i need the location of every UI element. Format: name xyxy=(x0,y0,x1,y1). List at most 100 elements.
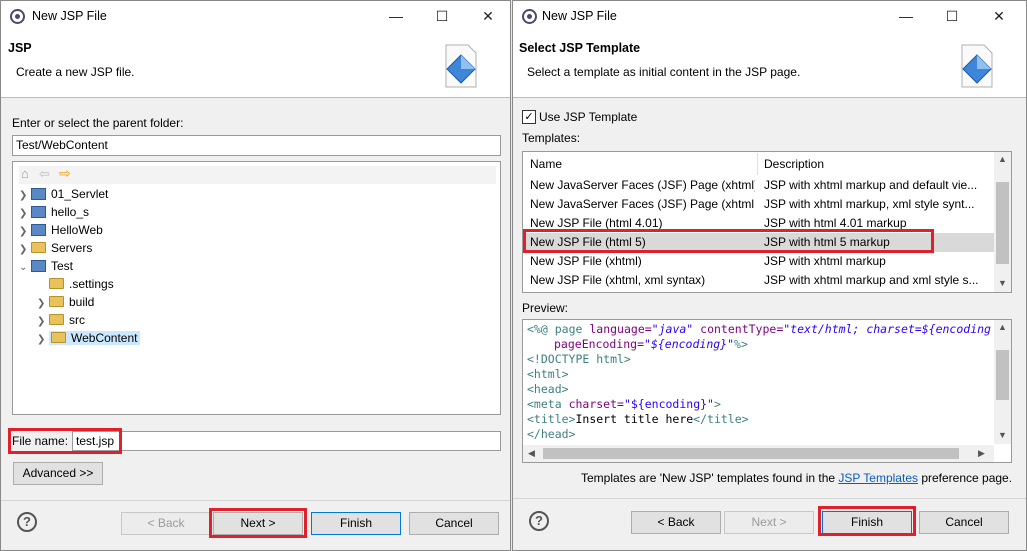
use-template-label: Use JSP Template xyxy=(539,110,638,124)
finish-button[interactable]: Finish xyxy=(822,511,912,534)
folder-icon xyxy=(49,314,64,325)
help-icon[interactable]: ? xyxy=(17,512,37,532)
new-jsp-file-template-dialog: New JSP File — ☐ ✕ Select JSP Template S… xyxy=(512,0,1027,551)
preview-pane[interactable]: <%@ page language="java" contentType="te… xyxy=(522,319,1012,463)
maximize-button[interactable]: ☐ xyxy=(939,5,965,27)
table-row[interactable]: New JavaServer Faces (JSF) Page (xhtml..… xyxy=(523,195,994,214)
preview-line: pageEncoding="${encoding}"%> xyxy=(554,337,748,351)
tree-item-hello-s[interactable]: ❯ hello_s xyxy=(19,203,89,221)
wizard-header: Select JSP Template Select a template as… xyxy=(513,32,1026,98)
tree-item-test[interactable]: ⌄ Test xyxy=(19,257,73,275)
minimize-button[interactable]: — xyxy=(383,5,409,27)
column-header-description[interactable]: Description xyxy=(764,153,992,175)
chevron-down-icon[interactable]: ▼ xyxy=(998,430,1007,440)
chevron-up-icon[interactable]: ▲ xyxy=(998,322,1007,332)
eclipse-icon xyxy=(522,9,537,24)
jsp-wizard-banner-icon xyxy=(445,44,477,88)
table-row[interactable]: New JSP File (html 4.01) JSP with html 4.… xyxy=(523,214,994,233)
chevron-down-icon[interactable]: ▼ xyxy=(998,278,1007,288)
wizard-header: JSP Create a new JSP file. xyxy=(1,32,510,98)
title-bar: New JSP File — ☐ ✕ xyxy=(513,1,1026,32)
use-template-checkbox[interactable]: ✓ xyxy=(522,110,536,124)
tree-toolbar: ⌂ ⇦ ⇨ xyxy=(19,165,496,184)
window-title: New JSP File xyxy=(32,9,107,23)
parent-folder-input[interactable]: Test/WebContent xyxy=(12,135,501,156)
finish-button[interactable]: Finish xyxy=(311,512,401,535)
table-header: Name Description xyxy=(523,153,994,175)
chevron-down-icon[interactable]: ⌄ xyxy=(19,259,31,277)
preview-horizontal-scrollbar[interactable]: ◀ ▶ xyxy=(523,445,994,462)
tree-item-helloweb[interactable]: ❯ HelloWeb xyxy=(19,221,103,239)
divider xyxy=(1,500,510,501)
preview-vertical-scrollbar[interactable]: ▲ ▼ xyxy=(994,320,1011,444)
advanced-button[interactable]: Advanced >> xyxy=(13,462,103,485)
file-name-label: File name: xyxy=(12,434,69,448)
chevron-right-icon[interactable]: ❯ xyxy=(37,331,49,349)
close-button[interactable]: ✕ xyxy=(475,5,501,27)
folder-icon xyxy=(31,242,46,253)
preview-line: <title>Insert title here</title> xyxy=(527,412,749,426)
table-row[interactable]: New JSP File (xhtml, xml syntax) JSP with… xyxy=(523,271,994,290)
close-button[interactable]: ✕ xyxy=(986,5,1012,27)
preview-line: <meta charset="${encoding}"> xyxy=(527,397,721,411)
scrollbar-thumb[interactable] xyxy=(543,448,959,459)
preview-line: <!DOCTYPE html> xyxy=(527,352,631,366)
page-description: Select a template as initial content in … xyxy=(527,65,801,79)
chevron-left-icon[interactable]: ◀ xyxy=(528,448,535,459)
project-icon xyxy=(31,188,46,200)
preview-line: <html> xyxy=(527,367,569,381)
jsp-templates-link[interactable]: JSP Templates xyxy=(838,471,918,485)
project-icon xyxy=(31,260,46,272)
project-icon xyxy=(31,224,46,236)
tree-item-servers[interactable]: ❯ Servers xyxy=(19,239,92,257)
back-button[interactable]: < Back xyxy=(631,511,721,534)
tree-item-webcontent[interactable]: ❯ WebContent xyxy=(37,329,140,347)
project-icon xyxy=(31,206,46,218)
jsp-wizard-banner-icon xyxy=(961,44,993,88)
maximize-button[interactable]: ☐ xyxy=(429,5,455,27)
table-row[interactable]: New JavaServer Faces (JSF) Page (xhtml) J… xyxy=(523,176,994,195)
cancel-button[interactable]: Cancel xyxy=(409,512,499,535)
back-button[interactable]: < Back xyxy=(121,512,211,535)
preview-line: </head> xyxy=(527,427,576,441)
cancel-button[interactable]: Cancel xyxy=(919,511,1009,534)
file-name-input[interactable]: test.jsp xyxy=(72,431,501,451)
folder-icon xyxy=(49,278,64,289)
folder-open-icon xyxy=(51,332,66,343)
page-title: JSP xyxy=(8,41,32,55)
scrollbar-thumb[interactable] xyxy=(996,182,1009,264)
help-icon[interactable]: ? xyxy=(529,511,549,531)
templates-footer-note: Templates are 'New JSP' templates found … xyxy=(581,471,1013,485)
back-arrow-icon[interactable]: ⇦ xyxy=(39,166,50,182)
parent-folder-label: Enter or select the parent folder: xyxy=(12,116,184,130)
minimize-button[interactable]: — xyxy=(893,5,919,27)
title-bar: New JSP File — ☐ ✕ xyxy=(1,1,510,32)
table-row-selected[interactable]: New JSP File (html 5) JSP with html 5 mar… xyxy=(523,233,994,252)
window-title: New JSP File xyxy=(542,9,617,23)
chevron-right-icon[interactable]: ▶ xyxy=(978,448,985,459)
tree-item-build[interactable]: ❯ build xyxy=(37,293,94,311)
divider xyxy=(513,498,1026,499)
table-scrollbar[interactable]: ▲ ▼ xyxy=(994,152,1011,292)
folder-tree[interactable]: ⌂ ⇦ ⇨ ❯ 01_Servlet ❯ hello_s ❯ HelloWeb ❯ Se… xyxy=(12,161,501,415)
column-header-name[interactable]: Name xyxy=(530,153,755,175)
folder-icon xyxy=(49,296,64,307)
templates-table[interactable]: Name Description New JavaServer Faces (J… xyxy=(522,151,1012,293)
next-button[interactable]: Next > xyxy=(213,512,303,535)
new-jsp-file-dialog: New JSP File — ☐ ✕ JSP Create a new JSP … xyxy=(0,0,511,551)
tree-item-settings[interactable]: .settings xyxy=(37,275,114,293)
chevron-up-icon[interactable]: ▲ xyxy=(998,154,1007,164)
scrollbar-thumb[interactable] xyxy=(996,350,1009,400)
next-button[interactable]: Next > xyxy=(724,511,814,534)
preview-label: Preview: xyxy=(522,301,569,315)
tree-item-01-servlet[interactable]: ❯ 01_Servlet xyxy=(19,185,108,203)
forward-arrow-icon[interactable]: ⇨ xyxy=(59,165,71,182)
home-icon[interactable]: ⌂ xyxy=(21,166,29,181)
page-title: Select JSP Template xyxy=(519,41,641,55)
tree-item-src[interactable]: ❯ src xyxy=(37,311,85,329)
preview-line: <%@ page language="java" contentType="te… xyxy=(527,322,991,336)
page-description: Create a new JSP file. xyxy=(16,65,135,79)
eclipse-icon xyxy=(10,9,25,24)
table-row[interactable]: New JSP File (xhtml) JSP with xhtml marku… xyxy=(523,252,994,271)
preview-line: <head> xyxy=(527,382,569,396)
